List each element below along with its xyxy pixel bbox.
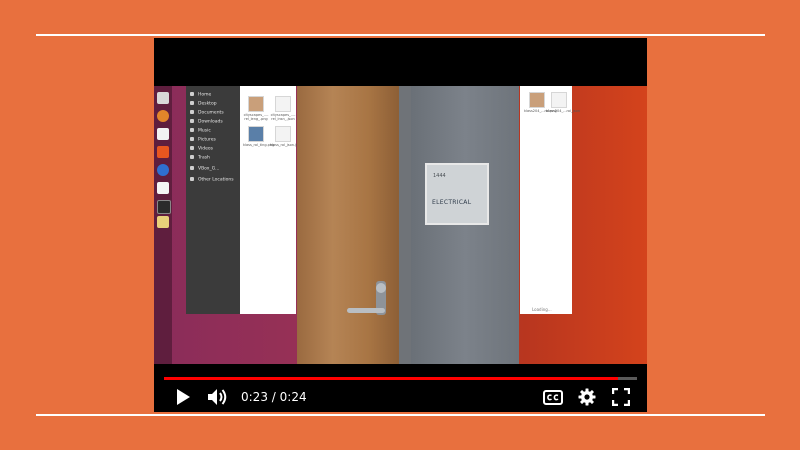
file-item: cityscapes_...-rel_leng_.png <box>243 96 269 121</box>
room-number: 1444 <box>433 173 446 179</box>
terminal-icon <box>157 200 171 214</box>
door-sign: 1444 ELECTRICAL <box>425 163 489 225</box>
sidebar-item-downloads: Downloads <box>190 119 223 126</box>
sidebar-item-music: Music <box>190 128 211 135</box>
sidebar-item-other-locations: Other Locations <box>190 177 234 184</box>
file-item: cityscapes_...-rel_insn_.json <box>270 96 296 121</box>
bottom-divider <box>36 414 765 416</box>
sidebar-item-pictures: Pictures <box>190 137 216 144</box>
sidebar-item-home: Home <box>190 92 211 99</box>
volume-button[interactable] <box>206 386 230 408</box>
gray-wall <box>411 86 519 364</box>
document-icon <box>275 126 291 142</box>
sidebar-item-trash: Trash <box>190 155 210 162</box>
file-item: klass_rol_json.json <box>270 126 302 147</box>
sidebar-item-documents: Documents <box>190 110 224 117</box>
captions-button[interactable] <box>541 386 565 408</box>
file-manager-sidebar: Home Desktop Documents Downloads Music P… <box>186 86 240 314</box>
door-frame <box>399 86 411 364</box>
fullscreen-button[interactable] <box>609 386 633 408</box>
settings-button[interactable] <box>575 386 599 408</box>
trash-icon <box>190 155 194 159</box>
time-separator: / <box>271 390 276 404</box>
documents-icon <box>190 110 194 114</box>
sidebar-item-videos: Videos <box>190 146 213 153</box>
software-center-icon <box>157 146 169 158</box>
image-thumbnail-icon <box>248 126 264 142</box>
file-manager-window-right: klass204_...rol.png klass204_...rol_json… <box>520 86 580 314</box>
file-item: klass204_...rol_json <box>546 92 580 113</box>
duration: 0:24 <box>279 390 307 404</box>
volume-icon <box>208 389 227 405</box>
document-icon <box>551 92 567 108</box>
wooden-door <box>297 86 399 364</box>
image-thumbnail-icon <box>529 92 545 108</box>
file-manager-window: Home Desktop Documents Downloads Music P… <box>186 86 302 314</box>
time-display: 0:23 / 0:24 <box>241 389 307 405</box>
home-icon <box>190 92 194 96</box>
progress-fill <box>164 377 619 380</box>
door-lock <box>376 283 386 293</box>
firefox-icon <box>157 110 169 122</box>
image-thumbnail-icon <box>248 96 264 112</box>
sidebar-item-vbox: VBox_G... <box>190 166 219 173</box>
top-divider <box>36 34 765 36</box>
video-player[interactable]: Home Desktop Documents Downloads Music P… <box>154 38 647 412</box>
sign-label: ELECTRICAL <box>432 199 472 206</box>
loading-status: Loading... <box>532 307 552 312</box>
launcher-dock <box>154 86 172 364</box>
play-button[interactable] <box>172 386 194 408</box>
gear-icon <box>578 388 596 406</box>
video-frame[interactable]: Home Desktop Documents Downloads Music P… <box>154 86 647 364</box>
plus-icon <box>190 177 194 181</box>
play-icon <box>177 389 190 405</box>
captions-icon <box>543 389 563 405</box>
music-icon <box>190 128 194 132</box>
folder-icon <box>157 216 169 228</box>
fullscreen-icon <box>612 388 630 406</box>
downloads-icon <box>190 119 194 123</box>
door-lever <box>347 308 385 313</box>
help-icon <box>157 164 169 176</box>
drive-icon <box>190 166 194 170</box>
current-time: 0:23 <box>241 390 268 404</box>
progress-bar[interactable] <box>164 377 637 380</box>
document-icon <box>275 96 291 112</box>
files-app-icon <box>157 92 169 104</box>
desktop-icon <box>190 101 194 105</box>
videos-icon <box>190 146 194 150</box>
text-editor-icon <box>157 128 169 140</box>
file-item: klass_rol_ting.png <box>243 126 274 147</box>
amazon-icon <box>157 182 169 194</box>
sidebar-item-desktop: Desktop <box>190 101 217 108</box>
pictures-icon <box>190 137 194 141</box>
